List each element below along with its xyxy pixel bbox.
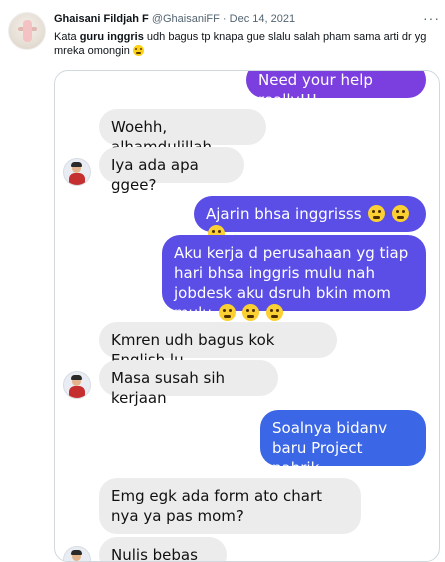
tweet-image-chat-screenshot[interactable]: Need your help really!!! Woehh, alhamdul…: [54, 70, 440, 562]
tweet-text: Kata guru inggris udh bagus tp knapa gue…: [54, 30, 434, 58]
tweet-header: Ghaisani Fildjah F @GhaisaniFF · Dec 14,…: [0, 0, 445, 70]
author-name[interactable]: Ghaisani Fildjah F: [54, 13, 149, 25]
crying-face-emoji-icon: [242, 304, 260, 321]
chat-text: Masa susah sih kerjaan: [111, 369, 226, 407]
chat-bubble-incoming: Iya ada apa ggee?: [99, 147, 244, 194]
tweet-text-bold: guru inggris: [79, 31, 144, 43]
contact-avatar: [63, 158, 91, 186]
chat-bubble-outgoing: Ajarin bhsa inggrisss: [194, 196, 426, 242]
tweet-meta: Ghaisani Fildjah F @GhaisaniFF · Dec 14,…: [54, 13, 295, 25]
tweet-text-part: Kata: [54, 31, 80, 43]
contact-avatar: [63, 546, 91, 561]
chat-text: Need your help really!!!: [258, 71, 373, 109]
chat-bubble-incoming: Kmren udh bagus kok English lu: [99, 322, 337, 369]
chat-bubble-outgoing: Soalnya bidanv baru Project pabrik: [260, 410, 426, 477]
chat-bubble-outgoing: Need your help really!!!: [246, 71, 426, 109]
meta-separator: ·: [222, 13, 227, 25]
tweet-date[interactable]: Dec 14, 2021: [230, 13, 295, 25]
chat-bubble-incoming: Nulis bebas gt?: [99, 537, 227, 562]
more-options-icon[interactable]: ···: [423, 10, 439, 26]
chat-text: Ajarin bhsa inggrisss: [206, 205, 362, 223]
chat-bubble-outgoing: Aku kerja d perusahaan yg tiap hari bhsa…: [162, 235, 426, 322]
chat-text: Emg egk ada form ato chart nya ya pas mo…: [111, 487, 323, 525]
author-avatar[interactable]: [8, 12, 46, 50]
crying-face-emoji-icon: [218, 304, 236, 321]
author-handle[interactable]: @GhaisaniFF: [152, 13, 220, 25]
chat-text: Nulis bebas gt?: [111, 546, 198, 562]
contact-avatar: [63, 371, 91, 399]
chat-bubble-incoming: Masa susah sih kerjaan: [99, 360, 278, 407]
chat-text: Iya ada apa ggee?: [111, 156, 199, 194]
crying-face-emoji-icon: [392, 205, 410, 222]
crying-face-emoji-icon: [368, 205, 386, 222]
chat-bubble-incoming: Woehh, alhamdulillah: [99, 109, 266, 156]
crying-face-emoji-icon: [132, 45, 144, 56]
chat-text: Soalnya bidanv baru Project pabrik: [272, 419, 388, 477]
crying-face-emoji-icon: [266, 304, 284, 321]
chat-bubble-incoming: Emg egk ada form ato chart nya ya pas mo…: [99, 478, 361, 534]
chat-text: Aku kerja d perusahaan yg tiap hari bhsa…: [174, 244, 409, 322]
